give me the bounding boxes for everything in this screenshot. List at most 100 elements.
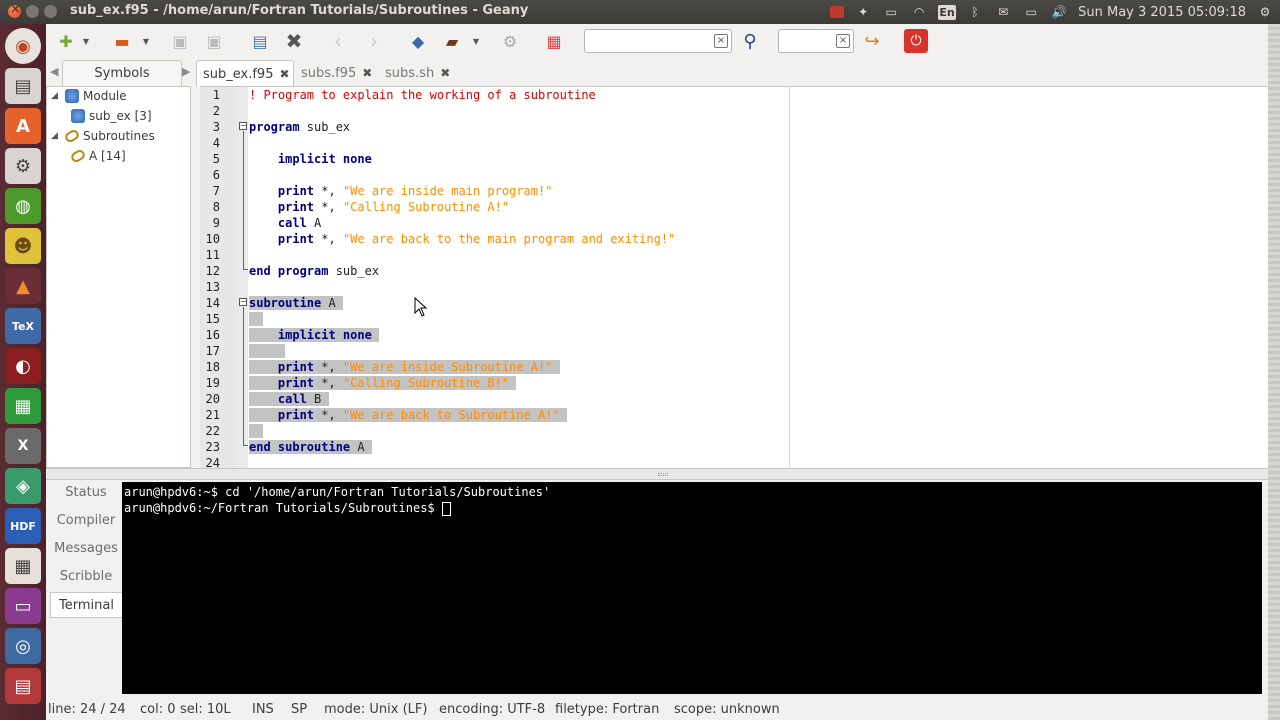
quit-icon[interactable]: ⏻ bbox=[904, 29, 928, 53]
maximize-window-button[interactable] bbox=[44, 5, 57, 18]
execute-icon[interactable]: ⚙ bbox=[498, 29, 522, 53]
fold-toggle-program[interactable]: − bbox=[239, 122, 247, 130]
search-icon[interactable]: ⚲ bbox=[738, 29, 762, 53]
software-center-icon[interactable]: A bbox=[5, 108, 41, 144]
keyword: end program bbox=[249, 264, 329, 278]
back-icon[interactable]: ‹ bbox=[326, 29, 350, 53]
settings-icon[interactable]: ⚙ bbox=[5, 148, 41, 184]
line-number: 14 bbox=[205, 296, 220, 310]
tab-terminal[interactable]: Terminal bbox=[50, 592, 122, 618]
window-title: sub_ex.f95 - /home/arun/Fortran Tutorial… bbox=[70, 3, 529, 18]
code-editor[interactable]: 1 2 3 4 5 6 7 8 9 10 11 12 13 14 15 16 17 18 19 20 21 22 23 24 … bbox=[200, 86, 1268, 468]
dropbox-icon[interactable]: ✦ bbox=[854, 4, 872, 20]
new-file-icon[interactable]: ✚ bbox=[54, 29, 78, 53]
tree-node-a[interactable]: A [14] bbox=[69, 148, 126, 164]
clear-goto-icon[interactable]: × bbox=[836, 34, 850, 48]
blue-app-icon[interactable]: ◎ bbox=[5, 628, 41, 664]
app-red-icon[interactable]: ◐ bbox=[5, 348, 41, 384]
hdf-icon[interactable]: HDF bbox=[5, 508, 41, 544]
string-literal: "We are back to the main program and exi… bbox=[342, 232, 676, 246]
tab-subs-f95[interactable]: subs.f95 ✖ bbox=[295, 60, 377, 86]
tab-status[interactable]: Status bbox=[50, 480, 122, 506]
open-file-menu-arrow[interactable]: ▼ bbox=[140, 29, 152, 53]
build-icon[interactable]: ▰ bbox=[440, 29, 464, 53]
divider-grip[interactable] bbox=[658, 473, 668, 476]
tree-node-sub-ex[interactable]: sub_ex [3] bbox=[71, 109, 152, 123]
code-line-12: end program sub_ex bbox=[249, 263, 379, 279]
line-number: 23 bbox=[205, 440, 220, 454]
keyword: call bbox=[277, 392, 307, 406]
tab-subs-sh[interactable]: subs.sh ✖ bbox=[379, 60, 453, 86]
close-window-button[interactable] bbox=[8, 2, 21, 18]
operator: *, bbox=[314, 200, 343, 214]
compile-icon[interactable]: ◆ bbox=[406, 29, 430, 53]
tab-sub-ex-f95[interactable]: sub_ex.f95 ✖ bbox=[196, 60, 294, 86]
line-number: 12 bbox=[205, 264, 220, 278]
geany-icon[interactable]: ☻ bbox=[5, 228, 41, 264]
grid-app-icon[interactable]: ▦ bbox=[5, 388, 41, 424]
pane-divider[interactable] bbox=[46, 468, 1268, 480]
tab-messages[interactable]: Messages bbox=[50, 536, 122, 562]
save-all-icon[interactable]: ▣ bbox=[202, 29, 226, 53]
volume-icon[interactable]: 🔊 bbox=[1050, 4, 1068, 20]
record-icon[interactable] bbox=[830, 6, 845, 18]
purple-app-icon[interactable]: ▭ bbox=[5, 588, 41, 624]
new-file-menu-arrow[interactable]: ▼ bbox=[80, 29, 92, 53]
string-literal: "We are inside Subroutine A!" bbox=[342, 360, 553, 374]
minimize-window-button[interactable] bbox=[26, 5, 39, 18]
expand-triangle-icon[interactable]: ◢ bbox=[51, 91, 61, 101]
save-icon[interactable]: ▣ bbox=[168, 29, 192, 53]
files-icon[interactable]: ▤ bbox=[5, 68, 41, 104]
clear-search-icon[interactable]: × bbox=[714, 34, 728, 48]
vlc-icon[interactable]: ▲ bbox=[5, 268, 41, 304]
bluetooth-icon[interactable]: ᛒ bbox=[966, 4, 984, 20]
clock[interactable]: Sun May 3 2015 05:09:18 bbox=[1078, 5, 1246, 20]
close-tab-icon[interactable]: ✖ bbox=[279, 61, 289, 87]
build-menu-arrow[interactable]: ▼ bbox=[470, 29, 482, 53]
terminal[interactable]: arun@hpdv6:~$ cd '/home/arun/Fortran Tut… bbox=[122, 482, 1262, 694]
chrome-icon[interactable]: ◍ bbox=[5, 188, 41, 224]
keyboard-layout-indicator[interactable]: En bbox=[938, 4, 957, 20]
gear-icon[interactable]: ⚙ bbox=[1256, 4, 1274, 20]
tab-symbols[interactable]: Symbols bbox=[62, 60, 182, 86]
status-sp: SP bbox=[291, 702, 308, 717]
fold-guide bbox=[243, 131, 244, 269]
string-literal: "We are back to Subroutine A!" bbox=[342, 408, 560, 422]
tab-scroll-right-icon[interactable]: ▶ bbox=[182, 65, 190, 78]
goto-line-icon[interactable]: ↪ bbox=[860, 29, 884, 53]
close-tab-icon[interactable]: ✖ bbox=[440, 60, 450, 86]
tab-scroll-left-icon[interactable]: ◀ bbox=[50, 65, 58, 78]
string-literal: "Calling Subroutine B!" bbox=[342, 376, 510, 390]
line-number: 15 bbox=[205, 312, 220, 326]
tree-node-subroutines[interactable]: ◢ Subroutines bbox=[51, 128, 155, 144]
line-number: 7 bbox=[212, 184, 220, 198]
search-input[interactable]: × bbox=[584, 29, 732, 53]
fold-margin[interactable] bbox=[236, 87, 248, 468]
xfig-icon[interactable]: X bbox=[5, 428, 41, 464]
close-tab-icon[interactable]: ✖ bbox=[362, 60, 372, 86]
tab-scribble[interactable]: Scribble bbox=[50, 564, 122, 590]
color-chooser-icon[interactable]: ▦ bbox=[542, 29, 566, 53]
open-file-icon[interactable]: ▬ bbox=[110, 29, 134, 53]
mail-icon[interactable]: ✉ bbox=[994, 4, 1012, 20]
calendar-icon[interactable]: ▦ bbox=[5, 548, 41, 584]
fold-guide bbox=[243, 307, 244, 445]
status-line: line: 24 / 24 bbox=[48, 702, 126, 717]
line-number: 11 bbox=[205, 248, 220, 262]
revert-icon[interactable]: ▤ bbox=[248, 29, 272, 53]
battery-icon[interactable]: ▭ bbox=[1022, 4, 1040, 20]
goto-line-input[interactable]: × bbox=[778, 29, 854, 53]
close-file-icon[interactable]: ✖ bbox=[282, 29, 306, 53]
tree-node-module[interactable]: ◢ Module bbox=[51, 89, 127, 103]
wifi-icon[interactable]: ◠ bbox=[910, 4, 928, 20]
cube-app-icon[interactable]: ◈ bbox=[5, 468, 41, 504]
expand-triangle-icon[interactable]: ◢ bbox=[51, 131, 61, 141]
dash-icon[interactable]: ◉ bbox=[5, 28, 41, 64]
printer-icon[interactable]: ▤ bbox=[5, 668, 41, 704]
fold-toggle-subroutine[interactable]: − bbox=[239, 298, 247, 306]
identifier: A bbox=[321, 296, 336, 310]
forward-icon[interactable]: › bbox=[362, 29, 386, 53]
tab-compiler[interactable]: Compiler bbox=[50, 508, 122, 534]
tex-icon[interactable]: TeX bbox=[5, 308, 41, 344]
clipboard-icon[interactable]: ▭ bbox=[882, 4, 900, 20]
